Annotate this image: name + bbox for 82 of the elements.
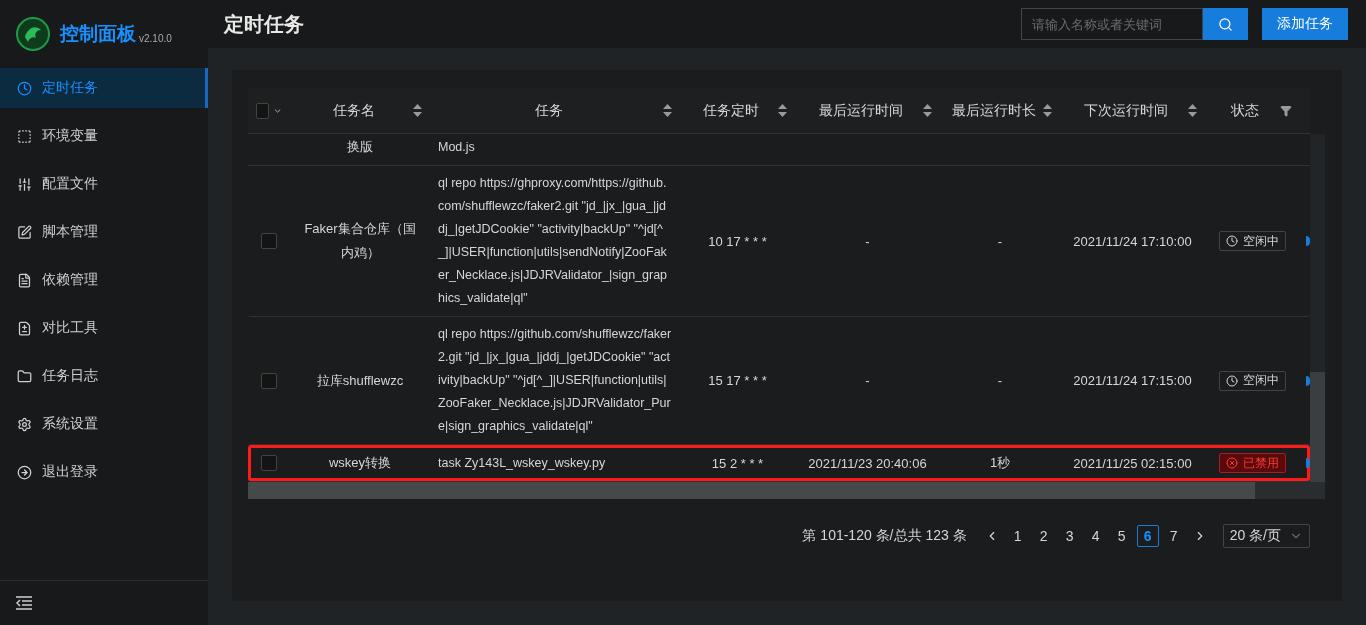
sidebar-item[interactable]: 系统设置 bbox=[0, 404, 208, 444]
column-header: 任务名 bbox=[331, 101, 376, 120]
column-header: 状态 bbox=[1229, 101, 1260, 120]
scrollbar-thumb[interactable] bbox=[1310, 372, 1325, 482]
last-run-time: - bbox=[865, 373, 870, 388]
clock-icon bbox=[17, 80, 32, 96]
status-tag: 已禁用 bbox=[1219, 453, 1286, 473]
pagination-summary: 第 101-120 条/总共 123 条 bbox=[802, 527, 967, 545]
task-name: Faker集合仓库（国内鸡） bbox=[303, 220, 417, 262]
row-checkbox[interactable] bbox=[261, 455, 277, 471]
page-button[interactable]: 1 bbox=[1006, 525, 1029, 547]
page-button[interactable]: 2 bbox=[1032, 525, 1055, 547]
sidebar-item[interactable]: 环境变量 bbox=[0, 116, 208, 156]
last-run-time: - bbox=[865, 233, 870, 249]
version-label: v2.10.0 bbox=[139, 31, 172, 44]
settings-icon bbox=[17, 416, 32, 432]
scrollbar-thumb[interactable] bbox=[248, 482, 1255, 499]
file-diff-icon bbox=[17, 320, 32, 336]
sort-icon[interactable] bbox=[663, 104, 672, 117]
task-name: 换版 bbox=[347, 138, 373, 156]
schedule-text: 15 2 * * * bbox=[711, 455, 764, 471]
column-header: 最后运行时间 bbox=[818, 101, 904, 120]
sort-icon[interactable] bbox=[413, 104, 422, 117]
sidebar-item[interactable]: 对比工具 bbox=[0, 308, 208, 348]
clock-icon bbox=[1226, 235, 1238, 247]
filter-icon[interactable] bbox=[1280, 104, 1292, 117]
sliders-icon bbox=[17, 176, 32, 192]
page-button[interactable]: 3 bbox=[1058, 525, 1081, 547]
task-command: ql repo https://ghproxy.com/https://github.com/shufflewzc/faker2.git "jd_|jx_|gua_|jddj_|getJDCookie" "activity|backUp" "^jd[^_]|USER|function|utils|sendNotify|ZooFaker_Necklace.js|JDJRValidator_|sign_graphics_validate|ql" bbox=[438, 175, 669, 307]
dashed-square-icon bbox=[17, 128, 32, 144]
run-duration: - bbox=[997, 233, 1003, 249]
last-run-time: 2021/11/23 20:40:06 bbox=[808, 455, 927, 471]
sidebar-item[interactable]: 配置文件 bbox=[0, 164, 208, 204]
schedule-text: 15 17 * * * bbox=[708, 373, 767, 388]
edit-icon bbox=[17, 224, 32, 240]
clock-icon bbox=[1226, 374, 1238, 387]
sidebar-item[interactable]: 任务日志 bbox=[0, 356, 208, 396]
task-command: Mod.js bbox=[438, 139, 476, 156]
status-tag: 空闲中 bbox=[1219, 231, 1286, 251]
run-duration: - bbox=[997, 373, 1003, 388]
folder-icon bbox=[17, 368, 32, 384]
schedule-text: 10 17 * * * bbox=[708, 233, 767, 249]
run-duration: 1秒 bbox=[989, 454, 1011, 472]
add-task-button[interactable]: 添加任务 bbox=[1262, 8, 1348, 40]
page-button[interactable]: 5 bbox=[1110, 525, 1133, 547]
sort-icon[interactable] bbox=[1043, 104, 1052, 117]
app-title: 控制面板 bbox=[60, 22, 136, 46]
task-command: task Zy143L_wskey_wskey.py bbox=[438, 454, 607, 472]
column-header: 下次运行时间 bbox=[1083, 101, 1169, 120]
column-header: 任务 bbox=[533, 101, 564, 120]
sidebar-item[interactable]: 退出登录 bbox=[0, 452, 208, 492]
next-run-time: 2021/11/25 02:15:00 bbox=[1073, 455, 1192, 471]
page-button[interactable]: 4 bbox=[1084, 525, 1107, 547]
row-checkbox[interactable] bbox=[261, 233, 277, 249]
status-tag: 空闲中 bbox=[1219, 370, 1286, 391]
sidebar-item[interactable]: 脚本管理 bbox=[0, 212, 208, 252]
column-header: 最后运行时长 bbox=[950, 101, 1037, 120]
sort-icon[interactable] bbox=[923, 104, 932, 117]
sidebar-item[interactable]: 定时任务 bbox=[0, 68, 208, 108]
page-title: 定时任务 bbox=[224, 11, 305, 37]
close-circle-icon bbox=[1226, 457, 1238, 469]
logo-icon bbox=[16, 17, 50, 51]
page-size-select[interactable]: 20 条/页 bbox=[1222, 524, 1310, 548]
search-button[interactable] bbox=[1203, 8, 1248, 40]
search-field[interactable]: 请输入名称或者关键词 bbox=[1021, 8, 1203, 40]
task-name: 拉库shufflewzc bbox=[316, 371, 404, 390]
select-all-checkbox[interactable] bbox=[256, 102, 269, 119]
sort-icon[interactable] bbox=[778, 104, 787, 117]
task-name: wskey转换 bbox=[328, 454, 392, 472]
next-run-time: 2021/11/24 17:15:00 bbox=[1073, 373, 1192, 388]
page-button[interactable]: 7 bbox=[1162, 525, 1185, 547]
sort-icon[interactable] bbox=[1188, 104, 1197, 117]
page-button[interactable]: 6 bbox=[1136, 525, 1159, 547]
document-icon bbox=[17, 272, 32, 288]
sidebar-item[interactable]: 依赖管理 bbox=[0, 260, 208, 300]
column-header: 任务定时 bbox=[702, 101, 760, 120]
collapse-menu-icon[interactable] bbox=[16, 596, 32, 610]
logout-icon bbox=[17, 464, 32, 480]
row-checkbox[interactable] bbox=[261, 372, 277, 389]
next-run-time: 2021/11/24 17:10:00 bbox=[1073, 233, 1192, 249]
search-icon bbox=[1218, 16, 1233, 32]
task-command: ql repo https://github.com/shufflewzc/faker2.git "jd_|jx_|gua_|jddj_|getJDCookie" "activity|backUp" "^jd[^_]|USER|function|utils|ZooFaker_Necklace.js|JDJRValidator_Pure|sign_graphics_validate|ql" bbox=[438, 326, 672, 435]
